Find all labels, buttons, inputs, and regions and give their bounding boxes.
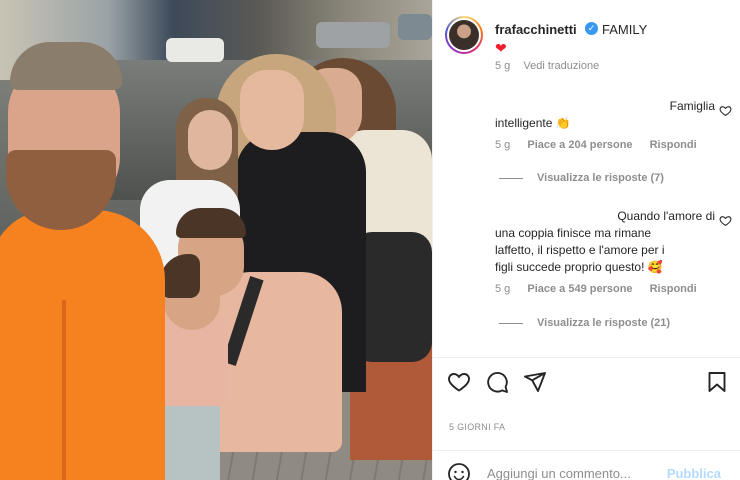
divider	[433, 450, 740, 451]
posted-time: 5 GIORNI FA	[449, 422, 506, 432]
verified-badge-icon: ✓	[585, 22, 598, 35]
divider	[433, 357, 740, 358]
man-orange-jacket	[0, 210, 165, 480]
comment-likes-count[interactable]: Piace a 549 persone	[527, 283, 632, 295]
avatar[interactable]	[445, 16, 483, 54]
view-replies-label: Visualizza le risposte (21)	[537, 317, 671, 329]
post-photo[interactable]	[0, 0, 432, 480]
post-username[interactable]: frafacchinetti	[495, 22, 577, 37]
comment-line: Famiglia	[669, 99, 715, 113]
comment-line: figli succede proprio questo! 🥰	[495, 260, 663, 274]
comment-time: 5 g	[495, 283, 511, 295]
parked-car	[166, 38, 224, 62]
girl-face-blurred	[188, 110, 232, 170]
comment-like-heart-icon[interactable]	[719, 104, 732, 117]
comment-line: intelligente 👏	[495, 116, 571, 130]
post-side-panel: frafacchinetti ✓ FAMILY ❤ 5 g Vedi tradu…	[432, 0, 740, 480]
small-boy-legs	[160, 400, 220, 480]
comment-meta: 5 g Piace a 549 persone Rispondi	[495, 283, 711, 295]
see-translation-link[interactable]: Vedi traduzione	[523, 60, 599, 72]
comment-text: Famiglia intelligente 👏	[495, 98, 715, 132]
post-action-bar	[447, 370, 729, 396]
replies-dash	[499, 322, 523, 324]
reply-button[interactable]: Rispondi	[650, 139, 697, 151]
comment-time: 5 g	[495, 139, 511, 151]
parked-car	[316, 22, 390, 48]
avatar-image	[449, 20, 479, 50]
boy-hair	[176, 208, 246, 238]
reply-button[interactable]: Rispondi	[650, 283, 697, 295]
comment-meta: 5 g Piace a 204 persone Rispondi	[495, 139, 711, 151]
comment-line: laffetto, il rispetto e l'amore per i	[495, 243, 665, 257]
comment-line: una coppia finisce ma rimane	[495, 226, 652, 240]
jacket-zipper	[62, 300, 66, 480]
comment-input[interactable]	[487, 466, 667, 480]
share-icon[interactable]	[523, 370, 547, 394]
caption-time: 5 g	[495, 60, 511, 72]
comment-like-heart-icon[interactable]	[719, 214, 732, 227]
caption-meta: 5 g Vedi traduzione	[495, 60, 609, 72]
comment-line: Quando l'amore di	[617, 209, 715, 223]
comment-likes-count[interactable]: Piace a 204 persone	[527, 139, 632, 151]
comment-text: Quando l'amore di una coppia finisce ma …	[495, 208, 715, 276]
view-replies-label: Visualizza le risposte (7)	[537, 172, 664, 184]
bookmark-icon[interactable]	[705, 370, 729, 394]
publish-button[interactable]: Pubblica	[667, 466, 721, 480]
emoji-icon[interactable]	[447, 462, 471, 480]
parked-car	[398, 14, 432, 40]
post-caption-row: frafacchinetti ✓ FAMILY ❤	[445, 14, 735, 56]
replies-dash	[499, 177, 523, 179]
add-comment-bar: Pubblica	[447, 462, 729, 480]
view-replies-button[interactable]: Visualizza le risposte (7)	[499, 172, 664, 184]
caption-heart-emoji: ❤	[495, 40, 507, 56]
man-hair	[10, 42, 122, 90]
comment-icon[interactable]	[485, 370, 509, 394]
woman-center-face	[240, 70, 304, 150]
post-caption: FAMILY	[602, 22, 648, 37]
view-replies-button[interactable]: Visualizza le risposte (21)	[499, 317, 670, 329]
heart-icon[interactable]	[447, 370, 471, 394]
